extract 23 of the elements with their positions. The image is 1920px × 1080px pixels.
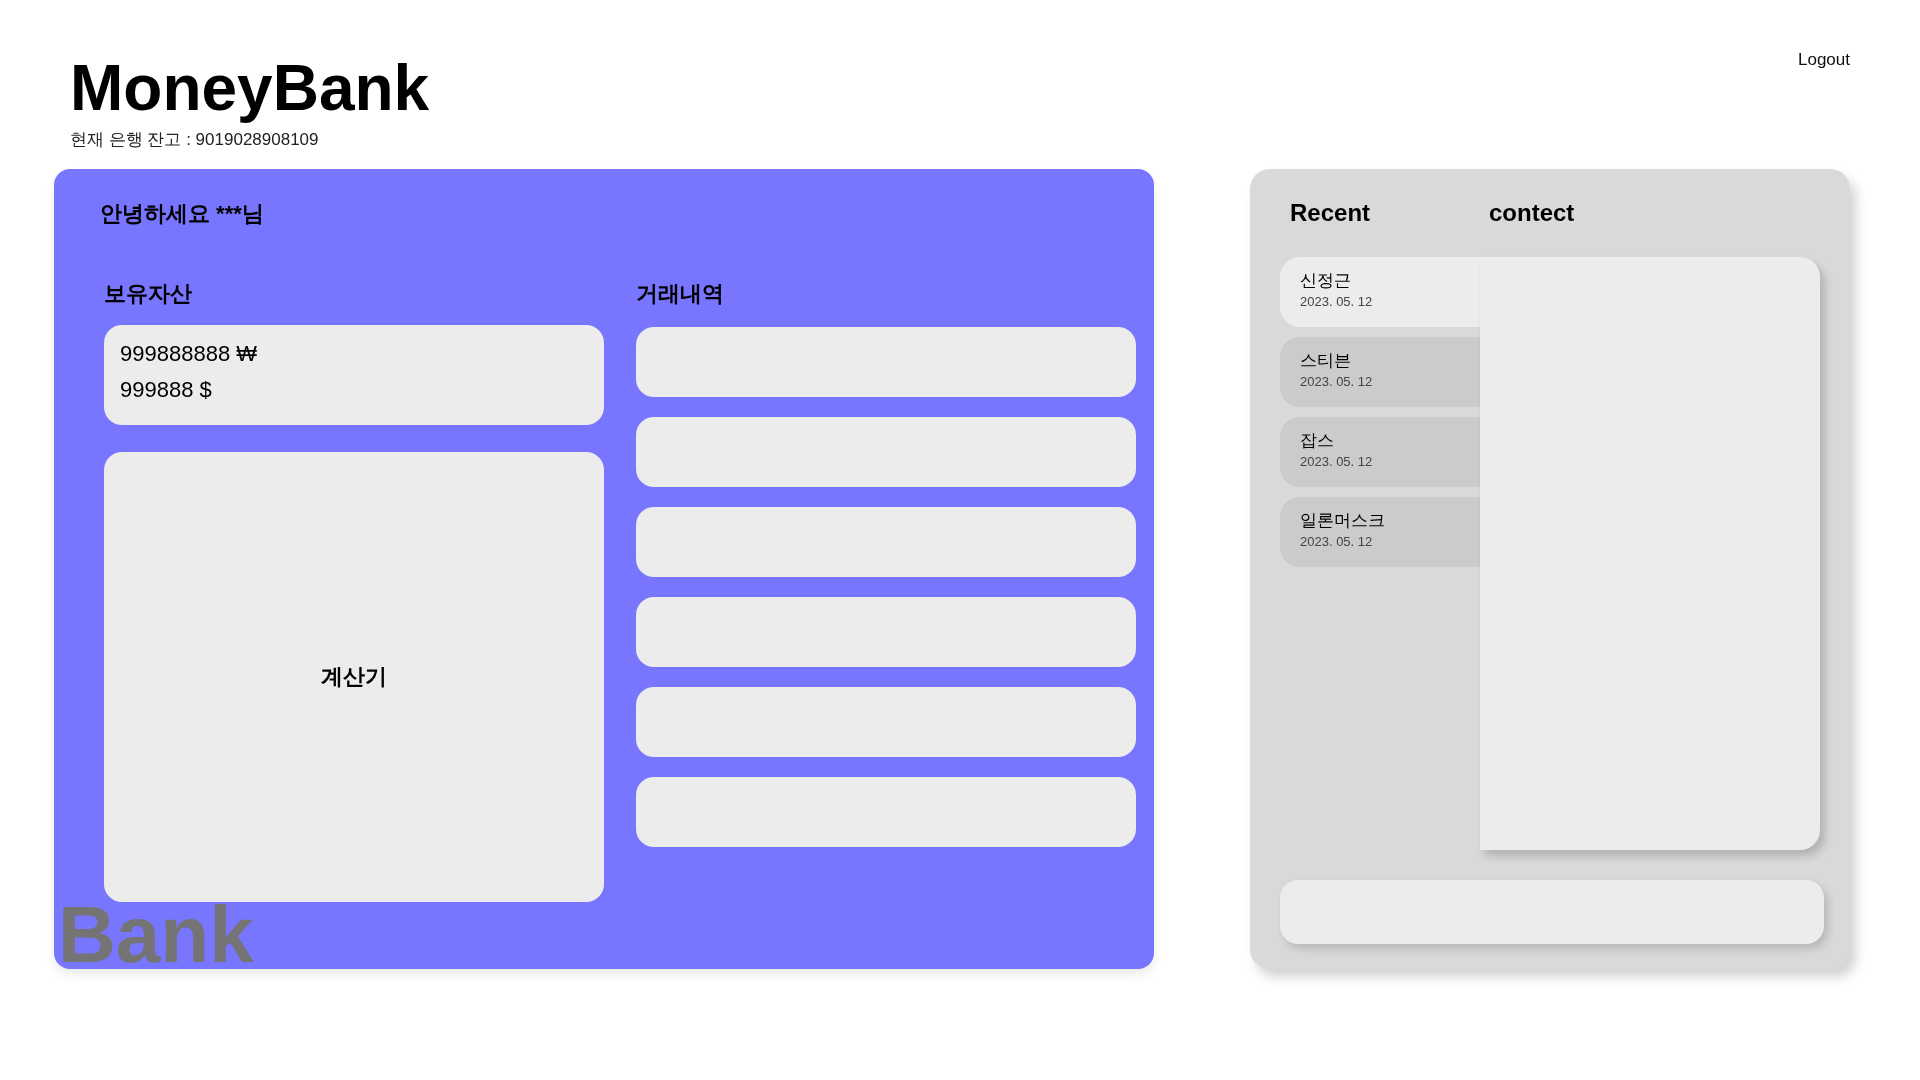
asset-amount: 999888 $ [120,377,213,403]
input-field[interactable] [1280,880,1824,944]
column-heading: contect [1489,199,1576,227]
contact-item[interactable]: 일론머스크 2023. 05. 12 [1280,497,1480,567]
calculator-button[interactable]: 계산기 [104,452,604,902]
transaction-row[interactable] [636,777,1136,847]
contact-item[interactable]: 스티븐 2023. 05. 12 [1280,337,1480,407]
column-heading: Recent [1290,199,1372,227]
contact-item[interactable]: 잡스 2023. 05. 12 [1280,417,1480,487]
contact-item[interactable]: 신정근 2023. 05. 12 [1280,257,1480,327]
transaction-row[interactable] [636,687,1136,757]
greeting-text: 안녕하세요 ***님 [100,200,265,228]
assets-title: 보유자산 [104,280,193,308]
logout-link[interactable]: Logout [1798,50,1850,70]
transactions-title: 거래내역 [636,280,725,308]
transaction-row[interactable] [636,597,1136,667]
transaction-row[interactable] [636,327,1136,397]
transaction-row[interactable] [636,507,1136,577]
asset-amount: 999888888 ₩ [120,341,258,367]
balance-text: 현재 은행 잔고 : 9019028908109 [70,129,320,151]
transaction-row[interactable] [636,417,1136,487]
decorative-text: Bank [58,903,254,967]
app-title: MoneyBank [70,51,430,126]
